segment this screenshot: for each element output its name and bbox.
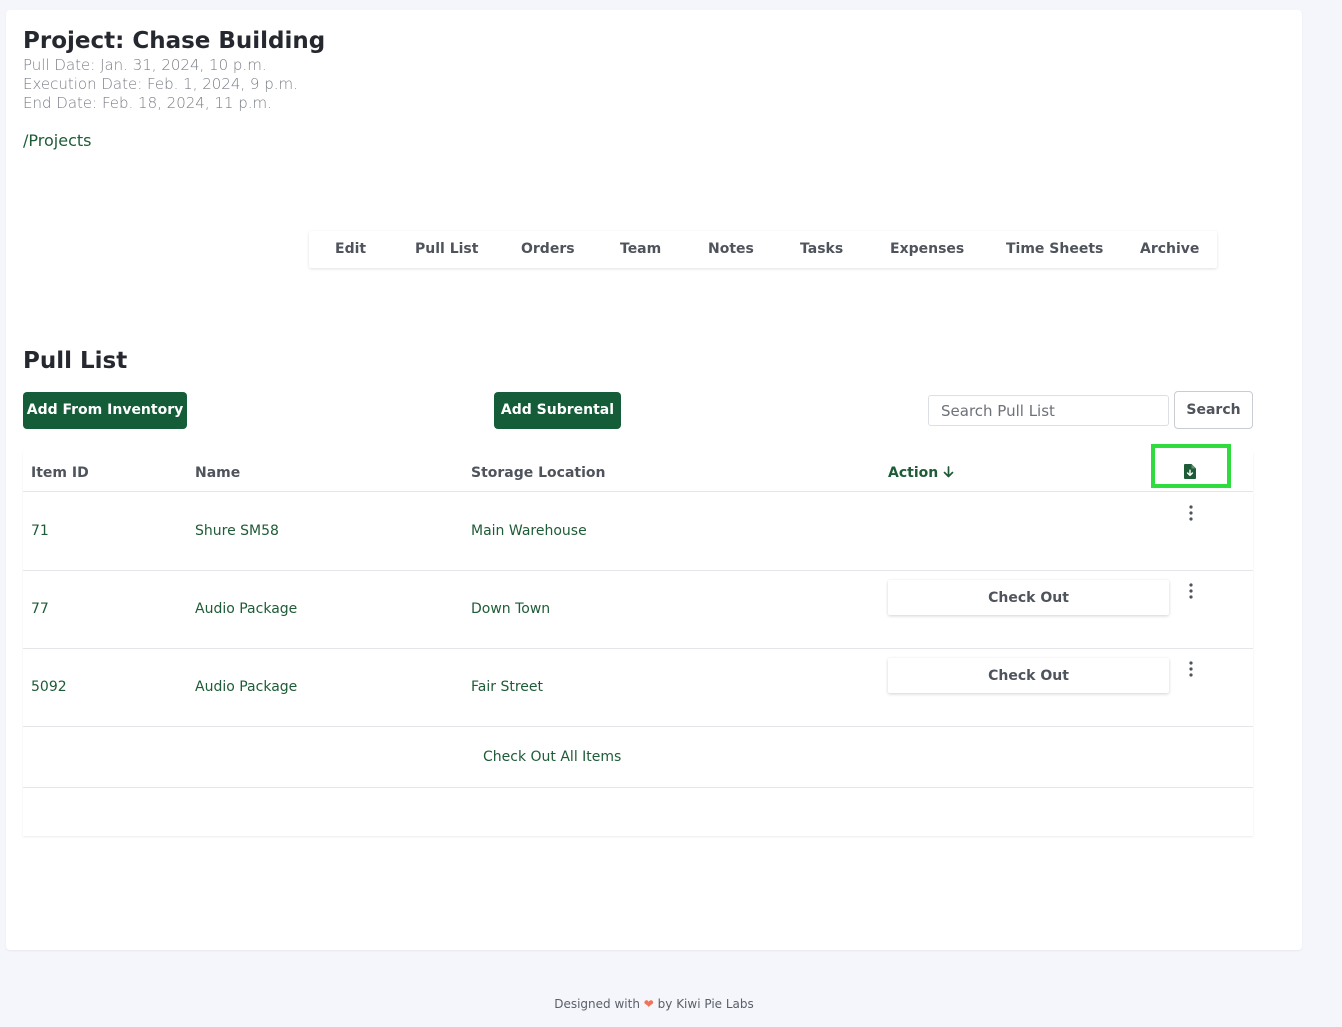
arrow-down-icon bbox=[943, 466, 954, 478]
cell-storage-location[interactable]: Main Warehouse bbox=[471, 523, 587, 539]
cell-item-id[interactable]: 5092 bbox=[31, 679, 67, 695]
footer-suffix: by Kiwi Pie Labs bbox=[657, 997, 754, 1011]
add-subrental-button[interactable]: Add Subrental bbox=[494, 392, 621, 429]
check-out-all-link[interactable]: Check Out All Items bbox=[483, 749, 621, 765]
execution-date: Execution Date: Feb. 1, 2024, 9 p.m. bbox=[23, 75, 298, 93]
search-input[interactable] bbox=[928, 395, 1169, 426]
footer-prefix: Designed with bbox=[554, 997, 640, 1011]
tab-time-sheets[interactable]: Time Sheets bbox=[1006, 231, 1103, 268]
add-from-inventory-button[interactable]: Add From Inventory bbox=[23, 392, 187, 429]
table-row: 71 Shure SM58 Main Warehouse bbox=[23, 492, 1253, 571]
column-header-name[interactable]: Name bbox=[195, 465, 240, 481]
tab-team[interactable]: Team bbox=[620, 231, 661, 268]
project-title: Project: Chase Building bbox=[23, 28, 326, 54]
tab-tasks[interactable]: Tasks bbox=[800, 231, 843, 268]
pull-date: Pull Date: Jan. 31, 2024, 10 p.m. bbox=[23, 56, 267, 74]
tab-notes[interactable]: Notes bbox=[708, 231, 754, 268]
table-row: 77 Audio Package Down Town Check Out bbox=[23, 570, 1253, 649]
cell-name[interactable]: Audio Package bbox=[195, 679, 297, 695]
cell-item-id[interactable]: 71 bbox=[31, 523, 49, 539]
cell-name[interactable]: Shure SM58 bbox=[195, 523, 279, 539]
end-date: End Date: Feb. 18, 2024, 11 p.m. bbox=[23, 94, 272, 112]
kebab-menu-icon[interactable] bbox=[1183, 660, 1199, 678]
kebab-menu-icon[interactable] bbox=[1183, 504, 1199, 522]
section-title: Pull List bbox=[23, 348, 128, 374]
project-tabs: Edit Pull List Orders Team Notes Tasks E… bbox=[309, 231, 1217, 268]
table-row: 5092 Audio Package Fair Street Check Out bbox=[23, 648, 1253, 727]
heart-icon: ❤ bbox=[643, 997, 654, 1011]
column-header-item-id[interactable]: Item ID bbox=[31, 465, 89, 481]
tab-pull-list[interactable]: Pull List bbox=[415, 231, 478, 268]
tab-archive[interactable]: Archive bbox=[1140, 231, 1199, 268]
check-out-all-row: Check Out All Items bbox=[23, 726, 1253, 788]
pull-list-table: Item ID Name Storage Location Action 71 … bbox=[23, 444, 1253, 836]
cell-item-id[interactable]: 77 bbox=[31, 601, 49, 617]
tab-expenses[interactable]: Expenses bbox=[890, 231, 964, 268]
check-out-button[interactable]: Check Out bbox=[888, 658, 1169, 693]
column-header-action[interactable]: Action bbox=[888, 465, 954, 481]
cell-storage-location[interactable]: Fair Street bbox=[471, 679, 543, 695]
column-header-storage-location[interactable]: Storage Location bbox=[471, 465, 606, 481]
column-header-action-label: Action bbox=[888, 465, 939, 481]
cell-name[interactable]: Audio Package bbox=[195, 601, 297, 617]
breadcrumb-projects-link[interactable]: /Projects bbox=[23, 131, 91, 151]
tab-orders[interactable]: Orders bbox=[521, 231, 575, 268]
footer: Designed with ❤ by Kiwi Pie Labs bbox=[0, 997, 1308, 1012]
check-out-button[interactable]: Check Out bbox=[888, 580, 1169, 615]
tab-edit[interactable]: Edit bbox=[335, 231, 366, 268]
file-download-icon[interactable] bbox=[1184, 464, 1196, 479]
cell-storage-location[interactable]: Down Town bbox=[471, 601, 550, 617]
search-button[interactable]: Search bbox=[1174, 391, 1253, 429]
kebab-menu-icon[interactable] bbox=[1183, 582, 1199, 600]
